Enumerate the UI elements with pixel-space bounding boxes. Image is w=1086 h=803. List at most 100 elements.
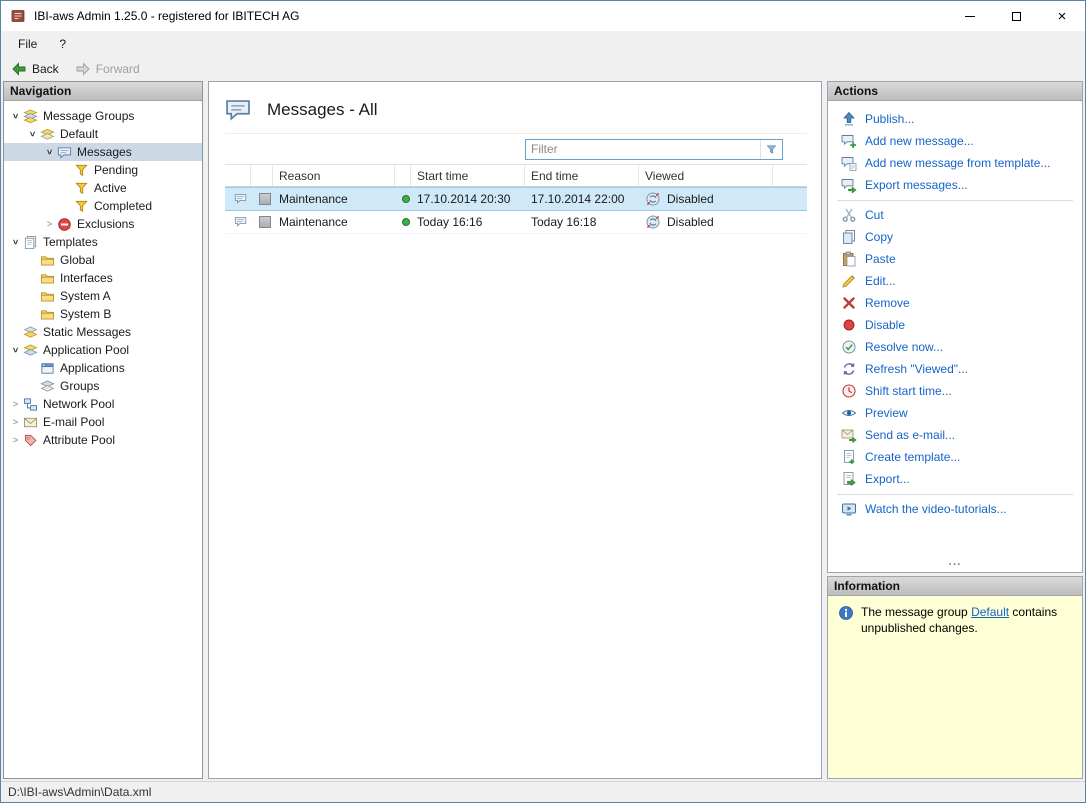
action-publish[interactable]: Publish... <box>828 108 1082 130</box>
tree-item-messages[interactable]: Messages <box>4 143 202 161</box>
actions-overflow-button[interactable]: ... <box>828 553 1082 572</box>
actions-panel: Actions Publish... Add new message... Add … <box>827 81 1083 573</box>
action-label: Disable <box>865 318 906 332</box>
tree-item-templates[interactable]: Templates <box>4 233 202 251</box>
chevron-down-icon[interactable] <box>8 343 23 358</box>
action-add-new-message-from-template[interactable]: Add new message from template... <box>828 152 1082 174</box>
tree-item-label: Applications <box>60 360 125 375</box>
action-shift-start-time[interactable]: Shift start time... <box>828 380 1082 402</box>
action-remove[interactable]: Remove <box>828 292 1082 314</box>
filter-box <box>525 138 783 160</box>
action-add-new-message[interactable]: Add new message... <box>828 130 1082 152</box>
filter-input[interactable] <box>526 139 760 159</box>
filter-funnel-icon <box>74 163 89 178</box>
table-header: Reason Start time End time Viewed <box>225 164 807 187</box>
row-filler <box>773 188 807 210</box>
action-label: Paste <box>865 252 896 266</box>
forward-button[interactable]: Forward <box>71 59 148 79</box>
end-time-cell: 17.10.2014 22:00 <box>531 192 625 206</box>
menu-bar: File ? <box>1 31 1085 56</box>
column-reason[interactable]: Reason <box>273 165 395 186</box>
action-refresh-viewed[interactable]: Refresh "Viewed"... <box>828 358 1082 380</box>
chevron-down-icon[interactable] <box>8 109 23 124</box>
tree-item-network-pool[interactable]: Network Pool <box>4 395 202 413</box>
action-create-template[interactable]: Create template... <box>828 446 1082 468</box>
tree-item-global[interactable]: Global <box>4 251 202 269</box>
column-icon-1 <box>225 165 251 186</box>
column-viewed[interactable]: Viewed <box>639 165 773 186</box>
messages-large-icon <box>223 96 253 123</box>
tree-item-system-a[interactable]: System A <box>4 287 202 305</box>
menu-file[interactable]: File <box>9 34 46 54</box>
close-button[interactable]: × <box>1039 1 1085 31</box>
chevron-right-icon[interactable] <box>8 415 23 430</box>
information-text: The message group Default contains unpub… <box>861 605 1072 637</box>
action-export-messages[interactable]: Export messages... <box>828 174 1082 196</box>
start-time-cell: Today 16:16 <box>417 215 483 229</box>
tree-item-label: Static Messages <box>43 324 132 339</box>
table-row[interactable]: Maintenance 17.10.2014 20:30 17.10.2014 22… <box>225 187 807 211</box>
status-dot-icon <box>395 188 411 210</box>
chevron-right-icon[interactable] <box>42 217 57 232</box>
tree-item-system-b[interactable]: System B <box>4 305 202 323</box>
action-watch-the-video-tutorials[interactable]: Watch the video-tutorials... <box>828 498 1082 520</box>
action-copy[interactable]: Copy <box>828 226 1082 248</box>
tree-item-label: Default <box>60 126 99 141</box>
tree-item-message-groups[interactable]: Message Groups <box>4 107 202 125</box>
tree-item-application-pool[interactable]: Application Pool <box>4 341 202 359</box>
action-disable[interactable]: Disable <box>828 314 1082 336</box>
close-icon: × <box>1057 7 1067 25</box>
chevron-right-icon[interactable] <box>8 397 23 412</box>
information-panel: Information The message group Default co… <box>827 576 1083 779</box>
action-export[interactable]: Export... <box>828 468 1082 490</box>
action-send-as-e-mail[interactable]: Send as e-mail... <box>828 424 1082 446</box>
action-preview[interactable]: Preview <box>828 402 1082 424</box>
chevron-down-icon[interactable] <box>25 127 40 142</box>
action-edit[interactable]: Edit... <box>828 270 1082 292</box>
column-end-time[interactable]: End time <box>525 165 639 186</box>
tree-item-completed[interactable]: Completed <box>4 197 202 215</box>
folder-icon <box>40 289 55 304</box>
column-start-time[interactable]: Start time <box>411 165 525 186</box>
default-group-link[interactable]: Default <box>971 605 1009 619</box>
action-paste[interactable]: Paste <box>828 248 1082 270</box>
viewed-label: Disabled <box>667 215 714 229</box>
back-button[interactable]: Back <box>7 59 67 79</box>
tree-item-label: Messages <box>77 144 132 159</box>
column-filler <box>773 165 807 186</box>
tree-item-default[interactable]: Default <box>4 125 202 143</box>
back-label: Back <box>32 61 59 76</box>
tree-item-static-messages[interactable]: Static Messages <box>4 323 202 341</box>
info-icon <box>838 605 854 621</box>
tree-item-active[interactable]: Active <box>4 179 202 197</box>
tree-item-applications[interactable]: Applications <box>4 359 202 377</box>
action-cut[interactable]: Cut <box>828 204 1082 226</box>
action-resolve-now[interactable]: Resolve now... <box>828 336 1082 358</box>
disable-icon <box>841 317 857 333</box>
chevron-down-icon[interactable] <box>8 235 23 250</box>
filter-funnel-button[interactable] <box>760 139 782 159</box>
tree-item-attribute-pool[interactable]: Attribute Pool <box>4 431 202 449</box>
menu-help[interactable]: ? <box>50 34 75 54</box>
chevron-down-icon[interactable] <box>42 145 57 160</box>
message-icon <box>225 188 251 210</box>
table-row[interactable]: Maintenance Today 16:16 Today 16:18 Disable… <box>225 211 807 234</box>
tree-item-exclusions[interactable]: Exclusions <box>4 215 202 233</box>
app-window: IBI-aws Admin 1.25.0 - registered for IB… <box>0 0 1086 803</box>
tree-item-pending[interactable]: Pending <box>4 161 202 179</box>
table-body: Maintenance 17.10.2014 20:30 17.10.2014 22… <box>225 187 807 770</box>
folder-icon <box>40 307 55 322</box>
tree-item-interfaces[interactable]: Interfaces <box>4 269 202 287</box>
resolve-icon <box>841 339 857 355</box>
messages-icon <box>57 145 72 160</box>
minimize-button[interactable] <box>947 1 993 31</box>
chevron-right-icon[interactable] <box>8 433 23 448</box>
tree-item-groups[interactable]: Groups <box>4 377 202 395</box>
tree-item-label: Network Pool <box>43 396 115 411</box>
add-message-icon <box>841 133 857 149</box>
maximize-button[interactable] <box>993 1 1039 31</box>
tree-item-e-mail-pool[interactable]: E-mail Pool <box>4 413 202 431</box>
